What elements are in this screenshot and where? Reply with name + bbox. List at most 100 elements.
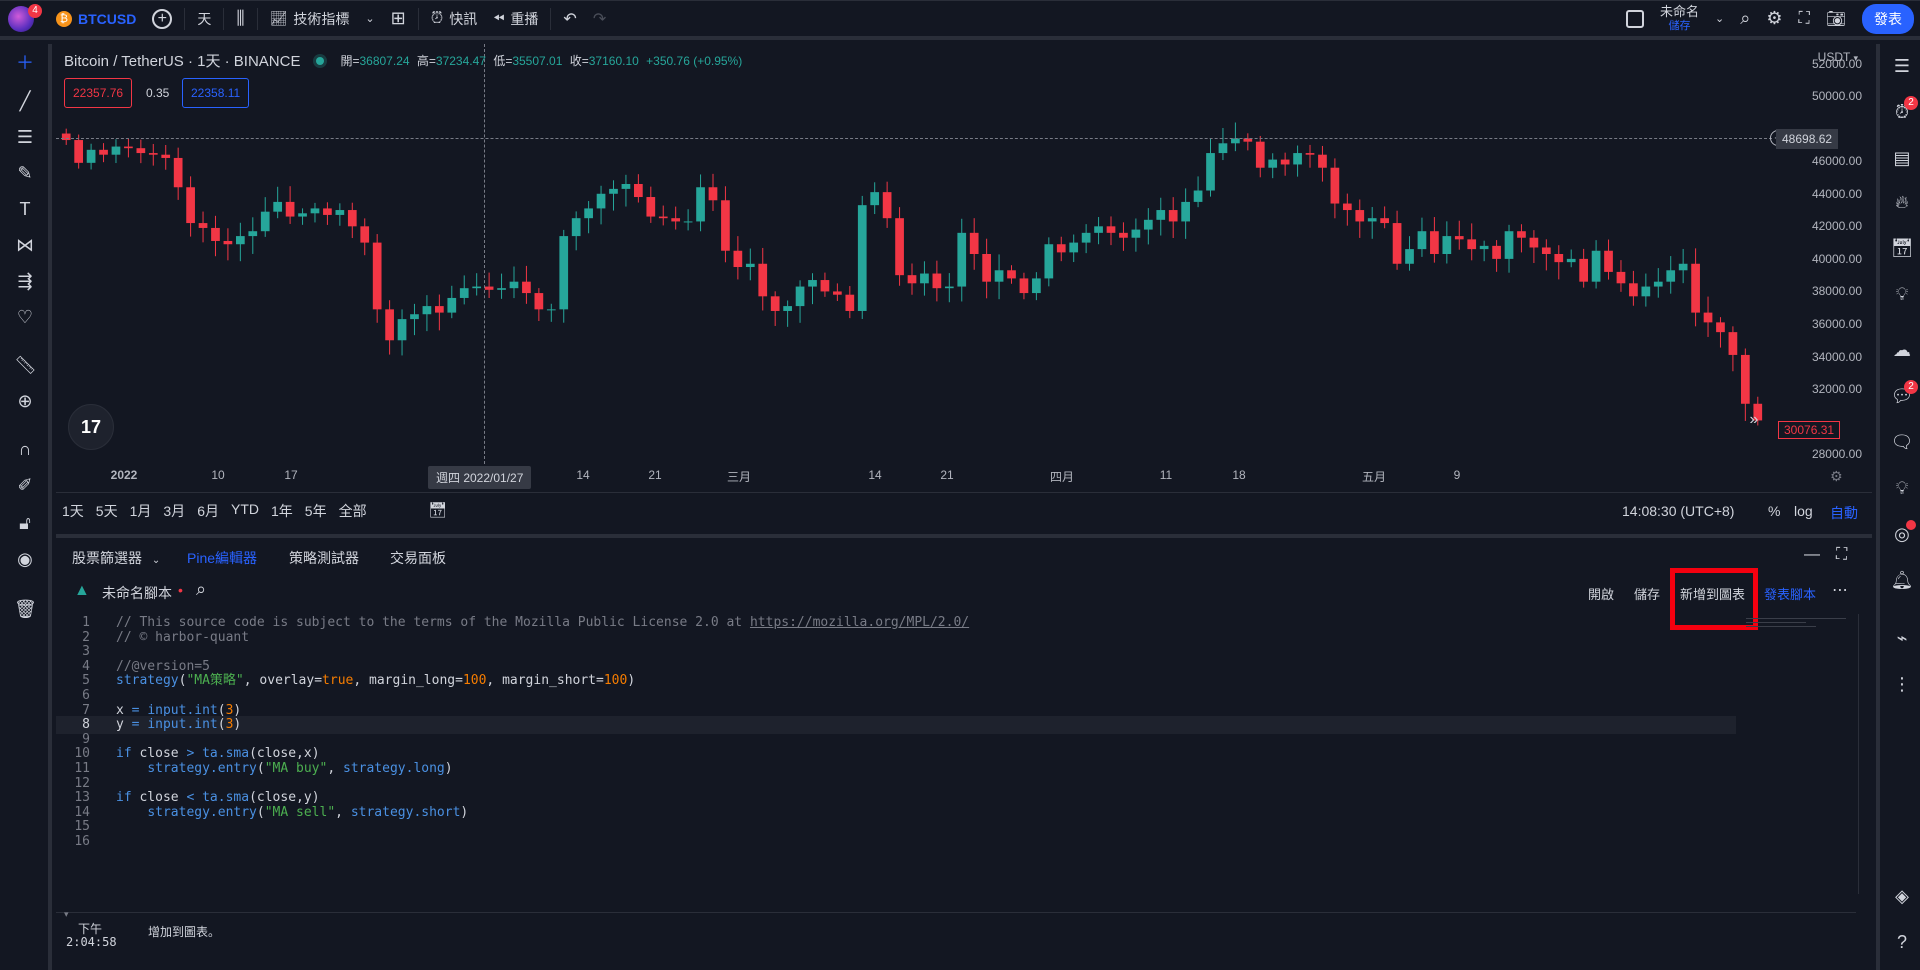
alert-button[interactable]: ⏰︎ 快訊 [423,1,485,36]
symbol-search[interactable]: ₿ BTCUSD [42,1,144,36]
candle-body [571,218,581,237]
help-icon[interactable]: ? [1890,930,1914,954]
indicators-dropdown[interactable]: ⌄ [357,1,382,36]
percent-scale-toggle[interactable]: % [1768,503,1780,519]
replay-button[interactable]: ⏪︎ 重播 [485,1,546,36]
hotlist-icon[interactable]: 🔥︎ [1890,190,1914,214]
magnet-icon[interactable]: ∩ [14,438,36,460]
price-scale[interactable]: USDT ▾ 52000.00 50000.00 46000.00 44000.00 4… [1772,44,1872,494]
calendar-icon[interactable]: 📅︎ [1890,236,1914,260]
layout-name-button[interactable]: 未命名 儲存 [1652,1,1707,36]
pattern-icon[interactable]: ⋈ [14,234,36,256]
clock-display[interactable]: 14:08:30 (UTC+8) [1622,503,1734,519]
layers-icon[interactable]: ◈ [1890,884,1914,908]
trendline-icon[interactable]: ╱ [14,90,36,112]
publish-script-button[interactable]: 發表腳本 [1764,584,1816,603]
more-options-icon[interactable]: ⋯ [1832,580,1848,600]
interval-button[interactable]: 天 [189,1,219,36]
ideas-icon[interactable]: 💡︎ [1890,282,1914,306]
heart-icon[interactable]: ♡ [14,306,36,328]
lock-pencil-icon[interactable]: ✐ [14,474,36,496]
candle-body [1703,312,1713,323]
range-button[interactable]: 5天 [96,501,118,521]
fullscreen-button[interactable]: ⛶ [1790,1,1817,36]
prediction-icon[interactable]: ⇶ [14,270,36,292]
user-avatar[interactable]: 4 [0,1,42,36]
fullscreen-layout-button[interactable] [1618,1,1652,36]
collapse-console-icon[interactable]: ▾ [64,909,69,920]
minimize-panel-button[interactable]: — [1804,546,1820,564]
time-axis[interactable]: 20221017二月1421三月1421四月1118五月9 [56,464,1772,488]
price-tick: 44000.00 [1811,186,1862,201]
lock-icon[interactable]: 🔓︎ [14,512,36,534]
candle-body [770,296,780,311]
editor-scrollbar[interactable] [1858,614,1868,894]
layout-menu-button[interactable]: ⌄ [1707,1,1732,36]
open-script-button[interactable]: 開啟 [1588,584,1614,603]
tab-pine-editor[interactable]: Pine編輯器 [187,548,257,568]
publish-button[interactable]: 發表 [1862,3,1914,34]
redo-button[interactable]: ↷ [585,1,614,36]
code-editor[interactable]: 1// This source code is subject to the t… [56,614,1856,914]
scroll-to-realtime-button[interactable]: » [1742,408,1766,432]
chart-title[interactable]: Bitcoin / TetherUS · 1天 · BINANCE [64,50,300,71]
code-line[interactable]: 16 [56,833,1736,851]
sell-button[interactable]: 22357.76 [64,78,133,108]
snapshot-button[interactable]: 📷︎ [1818,1,1854,36]
candle-body [696,187,705,222]
streams-icon[interactable]: ☁︎ [1890,338,1914,362]
search-icon[interactable]: ⌕ [196,579,206,600]
tab-screener[interactable]: 股票篩選器 ⌄ [72,548,160,568]
tips-icon[interactable]: 💡︎ [1890,476,1914,500]
range-button[interactable]: 全部 [339,501,367,521]
tradingview-logo[interactable]: 17 [68,404,114,450]
range-button[interactable]: 3月 [163,501,185,521]
maximize-panel-button[interactable]: ⛶ [1836,546,1847,564]
buy-button[interactable]: 22358.11 [182,78,250,108]
dom-icon[interactable]: ⋮ [1890,672,1914,696]
fib-icon[interactable]: ☰ [14,126,36,148]
settings-button[interactable]: ⚙︎ [1758,1,1790,36]
save-script-button[interactable]: 儲存 [1634,584,1660,603]
chart-type-button[interactable]: ⫼ [228,1,252,36]
tab-trading-panel[interactable]: 交易面板 [390,548,446,568]
crosshair-icon[interactable]: ＋ [14,52,36,74]
auto-scale-toggle[interactable]: 自動 [1830,503,1858,523]
range-button[interactable]: 6月 [197,501,219,521]
trash-icon[interactable]: 🗑︎ [14,598,37,620]
text-icon[interactable]: T [14,198,36,220]
log-scale-toggle[interactable]: log [1794,503,1813,519]
layout-templates-button[interactable]: ⊞ [383,1,414,36]
time-tick: 9 [1453,468,1461,482]
data-window-icon[interactable]: ▤ [1890,146,1914,170]
brush-icon[interactable]: ✎ [14,162,36,184]
messages-icon[interactable]: 🗨︎ [1890,430,1914,454]
notifications-icon[interactable]: 🔔︎ [1890,568,1914,592]
low-label: 低= [493,54,513,68]
indicators-button[interactable]: 📈︎ 技術指標 [262,1,358,36]
zoom-in-icon[interactable]: ⊕ [14,390,36,412]
search-button[interactable]: ⌕ [1732,1,1758,36]
watchlist-icon[interactable]: ☰ [1890,54,1914,78]
undo-button[interactable]: ↶ [555,1,584,36]
compare-symbol-button[interactable]: + [144,1,180,36]
range-button[interactable]: 1年 [271,501,293,521]
script-name[interactable]: 未命名腳本 [102,583,172,603]
candle-body [1430,231,1439,254]
tab-strategy-tester[interactable]: 策略測試器 [289,548,359,568]
candle-body [820,280,830,292]
trading-icon[interactable]: ⌁ [1890,626,1914,650]
range-button[interactable]: 1月 [130,501,152,521]
candle-body [1131,229,1141,238]
eye-icon[interactable]: ◉ [14,548,36,570]
tab-label: 股票篩選器 [72,550,142,566]
chart-pane[interactable]: + Bitcoin / TetherUS · 1天 · BINANCE 開=36… [56,44,1872,532]
date-range-icon[interactable]: 📅︎ [428,501,447,519]
range-button[interactable]: 5年 [305,501,327,521]
range-button[interactable]: 1天 [62,501,84,521]
candle-body [1405,249,1414,264]
range-button[interactable]: YTD [231,501,259,521]
candle-body [422,306,432,315]
ruler-icon[interactable]: 📏︎ [14,354,37,376]
candle-body [497,288,506,290]
